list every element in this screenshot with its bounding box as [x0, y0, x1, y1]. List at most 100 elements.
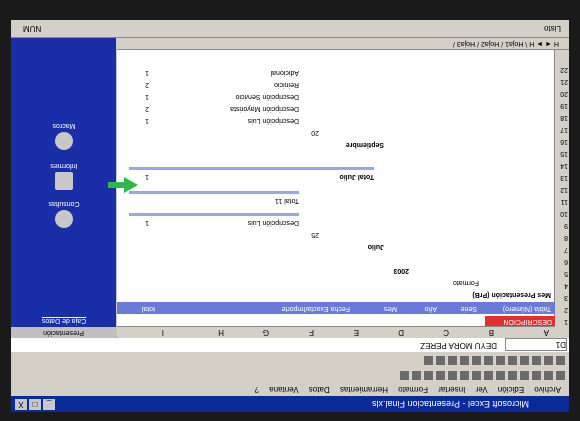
row-header[interactable]: 8 — [564, 234, 568, 241]
menu-ver[interactable]: Ver — [476, 385, 488, 394]
sept-count[interactable]: 20 — [311, 129, 319, 136]
column-header[interactable]: A — [544, 327, 549, 338]
format-cell[interactable]: Formato — [453, 279, 479, 286]
menu-ventana[interactable]: Ventana — [269, 385, 298, 394]
queries-icon[interactable] — [55, 210, 73, 228]
open-icon[interactable] — [544, 371, 553, 380]
spell-icon[interactable] — [496, 371, 505, 380]
header-cell[interactable]: Mes — [384, 302, 397, 314]
row-header[interactable]: 10 — [560, 210, 568, 217]
save-icon[interactable] — [532, 371, 541, 380]
desc-value[interactable]: 1 — [145, 69, 149, 76]
row-header[interactable]: 16 — [560, 138, 568, 145]
name-box[interactable]: D1 — [505, 338, 567, 351]
month-julio[interactable]: Julio — [368, 243, 384, 250]
year-cell[interactable]: 2003 — [393, 267, 409, 274]
desc-line[interactable]: Descripción Servicio — [236, 93, 299, 100]
desc-cell[interactable]: Descripción Luis — [248, 219, 299, 226]
column-header[interactable]: F — [309, 327, 314, 338]
row-header[interactable]: 22 — [560, 66, 568, 73]
month-septiembre[interactable]: Septiembre — [346, 141, 384, 148]
column-header[interactable]: G — [263, 327, 269, 338]
total-julio-label[interactable]: Total Julio — [340, 173, 374, 180]
sheet-title[interactable]: Mes Presentación (PrB) — [472, 291, 551, 298]
desc-value[interactable]: 1 — [145, 93, 149, 100]
maximize-button[interactable]: □ — [29, 399, 41, 410]
column-header[interactable]: C — [443, 327, 449, 338]
desc-value[interactable]: 1 — [145, 219, 149, 226]
row-header[interactable]: 7 — [564, 246, 568, 253]
row-header[interactable]: 1 — [564, 318, 568, 325]
row-header[interactable]: 13 — [560, 174, 568, 181]
underline-icon[interactable] — [532, 356, 541, 365]
desc-line[interactable]: Adicional — [271, 69, 299, 76]
font-color-icon[interactable] — [424, 356, 433, 365]
menu-archivo[interactable]: Archivo — [534, 385, 561, 394]
panel-item[interactable]: Consultas — [16, 200, 112, 207]
header-cell[interactable]: total — [142, 302, 155, 314]
header-cell[interactable]: Año — [425, 302, 437, 314]
panel-link[interactable]: Caja de Datos — [16, 317, 112, 324]
close-button[interactable]: X — [15, 399, 27, 410]
panel-item[interactable]: Informes — [16, 162, 112, 169]
undo-icon[interactable] — [448, 371, 457, 380]
merge-icon[interactable] — [484, 356, 493, 365]
macros-icon[interactable] — [55, 132, 73, 150]
percent-icon[interactable] — [460, 356, 469, 365]
row-header[interactable]: 17 — [560, 126, 568, 133]
menu-datos[interactable]: Datos — [309, 385, 330, 394]
bold-icon[interactable] — [556, 356, 565, 365]
menu-herramientas[interactable]: Herramientas — [340, 385, 388, 394]
row-header[interactable]: 11 — [561, 198, 568, 205]
sort-icon[interactable] — [424, 371, 433, 380]
desc-value[interactable]: 2 — [145, 81, 149, 88]
borders-icon[interactable] — [448, 356, 457, 365]
row-header[interactable]: 18 — [560, 114, 568, 121]
preview-icon[interactable] — [508, 371, 517, 380]
italic-icon[interactable] — [544, 356, 553, 365]
column-header[interactable]: E — [354, 327, 359, 338]
julio-count[interactable]: 25 — [311, 231, 319, 238]
row-header[interactable]: 5 — [564, 270, 568, 277]
panel-item[interactable]: Macros — [16, 122, 112, 129]
row-header[interactable]: 3 — [564, 294, 568, 301]
row-header[interactable]: 12 — [560, 186, 568, 193]
align-left-icon[interactable] — [520, 356, 529, 365]
formula-input[interactable]: DEYU MORA PEREZ — [420, 338, 497, 352]
desc-value[interactable]: 1 — [145, 117, 149, 124]
column-header[interactable]: D — [398, 327, 404, 338]
print-icon[interactable] — [520, 371, 529, 380]
menu-edicion[interactable]: Edición — [498, 385, 524, 394]
paste-icon[interactable] — [460, 371, 469, 380]
reports-icon[interactable] — [55, 172, 73, 190]
sheet-tab-nav[interactable]: H ◄ ► H \ Hoja1 / Hoja2 / Hoja3 / — [453, 40, 559, 47]
cut-icon[interactable] — [484, 371, 493, 380]
row-header[interactable]: 6 — [564, 258, 568, 265]
row-header[interactable]: 4 — [564, 282, 568, 289]
chart-icon[interactable] — [412, 371, 421, 380]
desc-line[interactable]: Descripción Mayorista — [230, 105, 299, 112]
subtotal-label[interactable]: Total 11 — [275, 197, 299, 204]
row-header[interactable]: 19 — [560, 102, 568, 109]
minimize-button[interactable]: _ — [43, 399, 55, 410]
align-right-icon[interactable] — [496, 356, 505, 365]
copy-icon[interactable] — [472, 371, 481, 380]
sum-icon[interactable] — [436, 371, 445, 380]
desc-line[interactable]: Descripción Luis — [248, 117, 299, 124]
desc-line[interactable]: Reinicio — [274, 81, 299, 88]
header-cell[interactable]: Tabla (Número) — [503, 302, 551, 314]
zoom-icon[interactable] — [400, 371, 409, 380]
selected-cell[interactable]: DESCRIPCION TOTAL — [485, 308, 555, 326]
new-icon[interactable] — [556, 371, 565, 380]
row-header[interactable]: 9 — [564, 222, 568, 229]
header-cell[interactable]: Fecha Exacta/Importe — [282, 302, 350, 314]
row-header[interactable]: 21 — [560, 78, 568, 85]
menu-formato[interactable]: Formato — [398, 385, 428, 394]
row-header[interactable]: 14 — [560, 162, 568, 169]
row-header[interactable]: 2 — [564, 306, 568, 313]
column-header[interactable]: I — [162, 327, 164, 338]
header-cell[interactable]: Serie — [461, 302, 477, 314]
total-julio-value[interactable]: 1 — [145, 173, 149, 180]
align-center-icon[interactable] — [508, 356, 517, 365]
menu-ayuda[interactable]: ? — [255, 385, 259, 394]
